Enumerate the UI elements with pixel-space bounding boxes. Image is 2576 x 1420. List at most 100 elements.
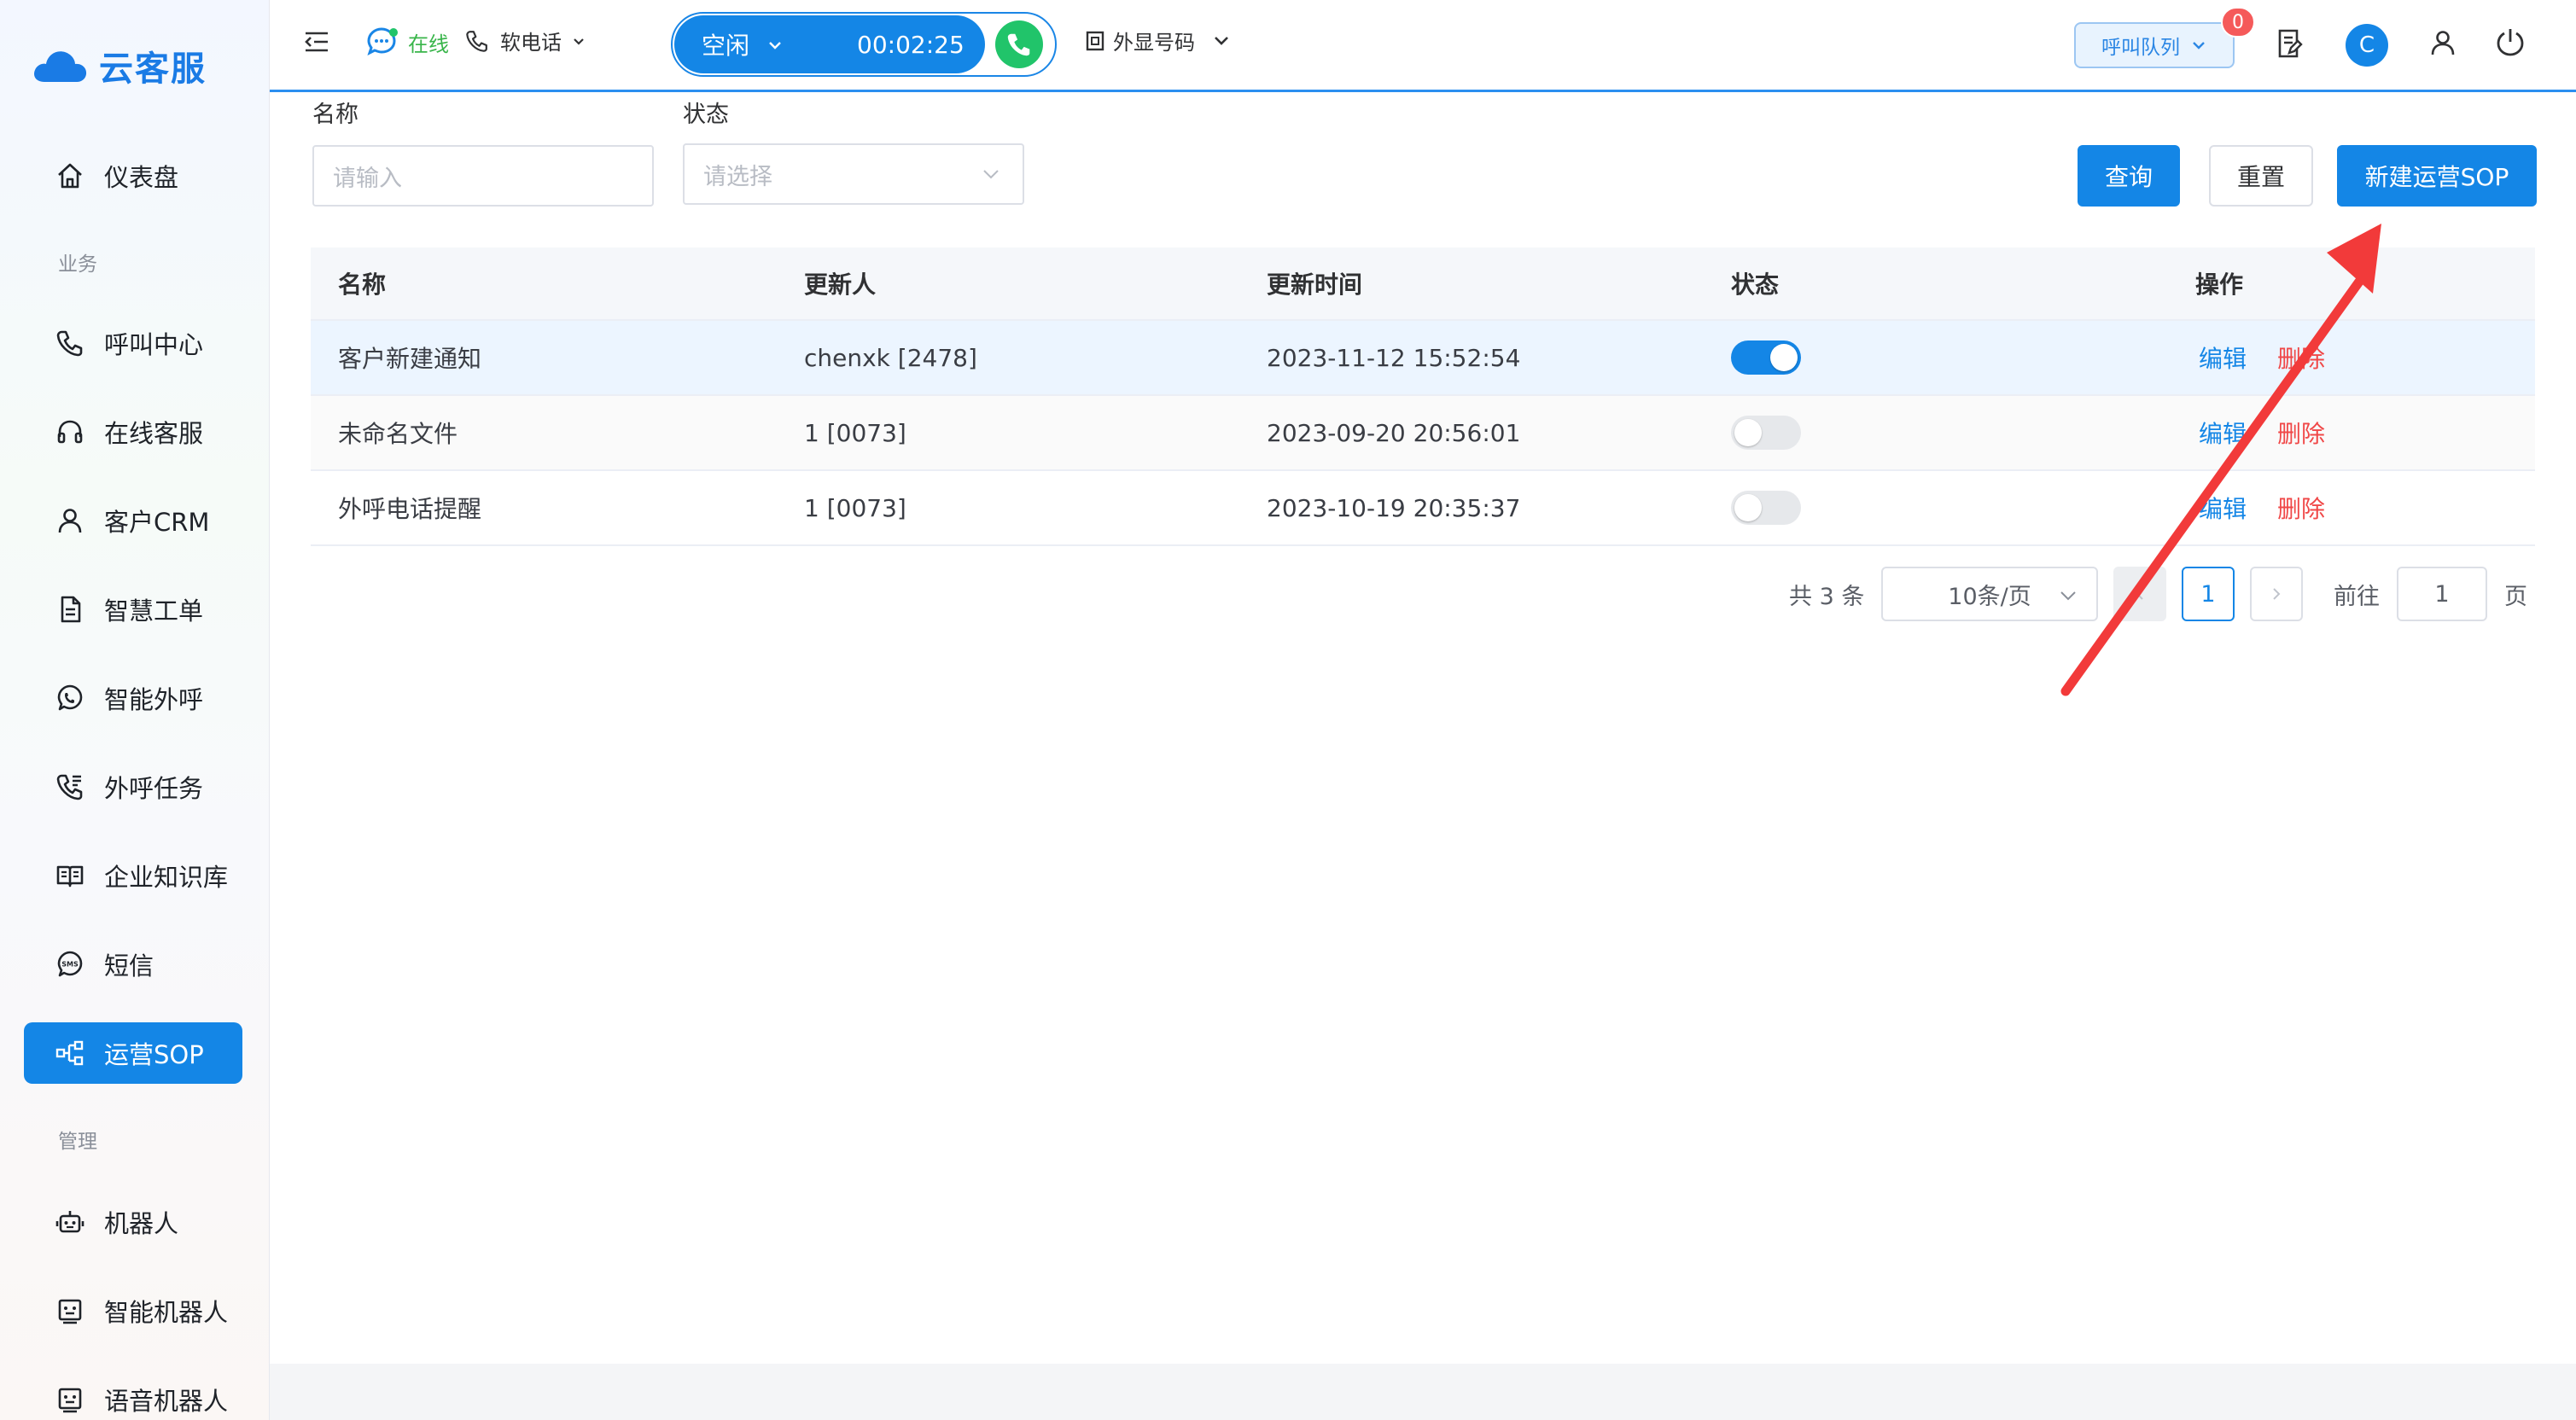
sidebar-item-smart-outbound[interactable]: 智能外呼 (24, 667, 242, 729)
column-header-status: 状态 (1731, 271, 1780, 299)
chevron-down-icon (2193, 42, 2205, 49)
main-content: 名称 请输入 状态 请选择 查询 重置 新建运营SOP 名称 更新人 更新时间 … (270, 92, 2576, 1364)
page-size-value: 10条/页 (1948, 583, 2031, 610)
phone-call-icon (1007, 33, 1030, 56)
softphone-label: 软电话 (500, 31, 562, 55)
sidebar-item-label: 在线客服 (104, 419, 204, 448)
menu-fold-icon (305, 32, 328, 52)
user-icon (58, 509, 82, 533)
chevron-right-icon (2273, 588, 2281, 600)
sms-icon: SMS (57, 951, 83, 977)
svg-text:SMS: SMS (61, 961, 79, 969)
robot-icon (55, 1211, 85, 1233)
sidebar-item-label: 智慧工单 (104, 597, 204, 626)
goto-page-input[interactable]: 1 (2397, 567, 2487, 621)
sidebar-item-crm[interactable]: 客户CRM (24, 490, 242, 551)
sidebar-item-label: 运营SOP (104, 1040, 204, 1069)
softphone-dropdown[interactable]: 软电话 (464, 26, 586, 55)
status-toggle[interactable] (1731, 340, 1801, 375)
flow-icon (55, 1040, 84, 1066)
row-update-time: 2023-10-19 20:35:37 (1267, 493, 1521, 522)
page-unit-label: 页 (2504, 583, 2527, 610)
sidebar-item-label: 智能外呼 (104, 685, 204, 714)
column-header-name: 名称 (338, 271, 387, 299)
call-queue-label: 呼叫队列 (2101, 37, 2180, 59)
sidebar-item-dashboard[interactable]: 仪表盘 (24, 145, 242, 207)
menu-toggle-button[interactable] (302, 27, 331, 56)
answer-call-button[interactable] (995, 20, 1043, 68)
table-row: 未命名文件 1 [0073] 2023-09-20 20:56:01 编辑 删除 (311, 396, 2535, 471)
sidebar-item-smart-robot[interactable]: 智能机器人 (24, 1280, 242, 1341)
sidebar-item-online-service[interactable]: 在线客服 (24, 401, 242, 463)
create-sop-button[interactable]: 新建运营SOP (2337, 145, 2537, 207)
user-icon (2431, 31, 2455, 55)
name-filter-placeholder: 请输入 (333, 165, 402, 192)
name-filter-input[interactable]: 请输入 (312, 145, 654, 207)
toggle-knob (1770, 344, 1798, 371)
row-update-time: 2023-09-20 20:56:01 (1267, 418, 1521, 447)
table-row: 客户新建通知 chenxk [2478] 2023-11-12 15:52:54… (311, 321, 2535, 396)
phone-icon (466, 30, 487, 52)
status-filter-select[interactable]: 请选择 (683, 143, 1024, 205)
sidebar-item-voice-robot[interactable]: 语音机器人 (24, 1369, 242, 1420)
chevron-down-icon (983, 170, 999, 179)
sidebar-item-robot[interactable]: 机器人 (24, 1191, 242, 1253)
next-page-button[interactable] (2250, 567, 2303, 621)
call-timer: 00:02:25 (857, 30, 965, 59)
delete-link[interactable]: 删除 (2277, 416, 2325, 450)
row-update-time: 2023-11-12 15:52:54 (1267, 343, 1521, 372)
book-icon (56, 865, 84, 888)
online-status[interactable]: 在线 (365, 26, 449, 58)
sidebar-item-label: 仪表盘 (104, 163, 179, 192)
pagination-total: 共 3 条 (1789, 583, 1865, 610)
column-header-update-time: 更新时间 (1267, 271, 1363, 299)
status-filter-label: 状态 (683, 102, 729, 128)
document-edit-icon (2278, 29, 2303, 58)
edit-link[interactable]: 编辑 (2199, 340, 2247, 375)
edit-link[interactable]: 编辑 (2199, 491, 2247, 525)
notes-button[interactable] (2274, 27, 2305, 60)
delete-link[interactable]: 删除 (2277, 340, 2325, 375)
sidebar-item-label: 客户CRM (104, 508, 210, 537)
chevron-down-icon (769, 42, 781, 49)
status-toggle[interactable] (1731, 416, 1801, 450)
agent-status-dropdown[interactable]: 空闲 00:02:25 (674, 15, 985, 73)
logout-button[interactable] (2494, 26, 2526, 58)
status-filter-placeholder: 请选择 (703, 163, 772, 190)
page-number-current[interactable]: 1 (2182, 567, 2235, 621)
whatsapp-phone-icon (57, 684, 83, 711)
avatar[interactable]: C (2346, 24, 2388, 67)
headset-icon (57, 420, 83, 444)
sidebar-item-operation-sop[interactable]: 运营SOP (24, 1022, 242, 1084)
goto-label: 前往 (2334, 583, 2380, 610)
row-actions: 编辑 删除 (2199, 321, 2325, 394)
sidebar-item-knowledge-base[interactable]: 企业知识库 (24, 845, 242, 906)
outbound-number-label: 外显号码 (1113, 31, 1195, 55)
phone-icon (56, 330, 83, 357)
home-icon (58, 163, 82, 189)
prev-page-button[interactable] (2113, 567, 2166, 621)
call-queue-dropdown[interactable]: 呼叫队列 (2074, 22, 2235, 68)
row-status (1731, 321, 1801, 394)
sidebar-item-ticket[interactable]: 智慧工单 (24, 579, 242, 640)
reset-button[interactable]: 重置 (2209, 145, 2313, 207)
chevron-down-icon (574, 38, 584, 45)
sidebar-item-label: 外呼任务 (104, 774, 204, 803)
row-actions: 编辑 删除 (2199, 471, 2325, 544)
queue-count-badge: 0 (2221, 7, 2255, 38)
agent-status-control[interactable]: 空闲 00:02:25 (671, 12, 1057, 77)
query-button[interactable]: 查询 (2078, 145, 2180, 207)
toggle-knob (1734, 419, 1762, 446)
page-size-select[interactable]: 10条/页 (1881, 567, 2098, 621)
sidebar-item-call-center[interactable]: 呼叫中心 (24, 312, 242, 374)
edit-link[interactable]: 编辑 (2199, 416, 2247, 450)
voice-robot-icon (58, 1388, 82, 1413)
sidebar-item-sms[interactable]: SMS 短信 (24, 934, 242, 995)
sidebar-item-outbound-task[interactable]: 外呼任务 (24, 756, 242, 818)
status-toggle[interactable] (1731, 491, 1801, 525)
sidebar-item-label: 企业知识库 (104, 863, 229, 892)
delete-link[interactable]: 删除 (2277, 491, 2325, 525)
outbound-number-dropdown[interactable]: 外显号码 (1086, 26, 1231, 55)
profile-button[interactable] (2427, 27, 2458, 58)
section-business: 业务 (58, 253, 97, 276)
